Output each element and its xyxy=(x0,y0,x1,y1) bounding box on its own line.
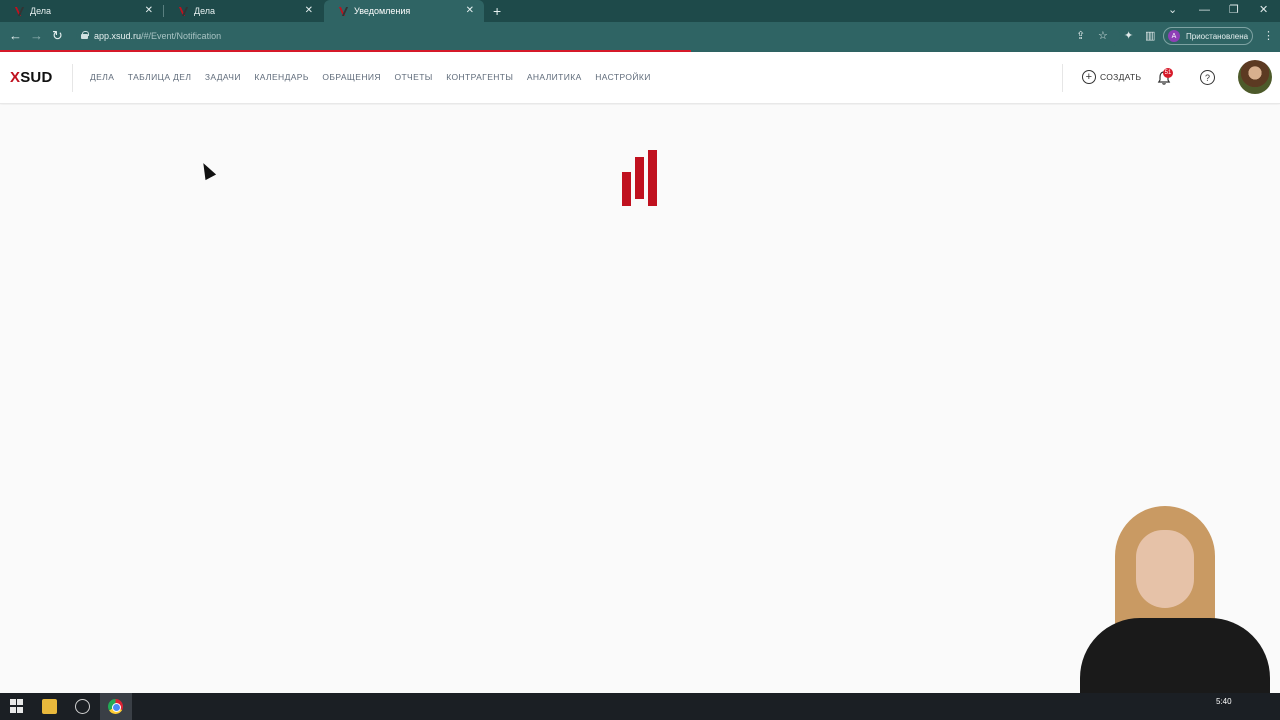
url-host: app.xsud.ru xyxy=(94,31,142,41)
back-arrow-icon[interactable]: ← xyxy=(9,29,22,43)
address-bar[interactable]: app.xsud.ru/#/Event/Notification xyxy=(76,25,1120,47)
profile-status: Приостановлена xyxy=(1186,31,1249,41)
tab-title: Уведомления xyxy=(354,6,411,16)
close-tab-icon[interactable]: ✕ xyxy=(305,5,313,17)
question-icon: ? xyxy=(1204,72,1210,83)
header-divider xyxy=(1062,64,1063,92)
side-panel-icon[interactable]: ▥ xyxy=(1145,29,1155,43)
loader-bar xyxy=(635,157,644,199)
browser-tab-strip: Дела ✕ Дела ✕ Уведомления ✕ + ⌄ — ❐ ✕ xyxy=(0,0,1280,22)
menu-item-cases-table[interactable]: ТАБЛИЦА ДЕЛ xyxy=(128,72,192,82)
close-tab-icon[interactable]: ✕ xyxy=(466,5,474,17)
webcam-overlay xyxy=(1060,500,1280,693)
windows-start-icon[interactable] xyxy=(10,699,25,714)
user-avatar[interactable] xyxy=(1238,60,1272,94)
browser-menu-icon[interactable]: ⋮ xyxy=(1263,29,1274,43)
loader-bar xyxy=(622,172,631,206)
minimize-icon[interactable]: — xyxy=(1199,3,1210,17)
window-close-icon[interactable]: ✕ xyxy=(1259,3,1268,17)
help-button[interactable]: ? xyxy=(1200,70,1215,85)
menu-item-analytics[interactable]: АНАЛИТИКА xyxy=(527,72,582,82)
browser-profile-button[interactable]: А Приостановлена xyxy=(1163,27,1253,45)
create-button[interactable]: + СОЗДАТЬ xyxy=(1082,70,1141,84)
app-header: XSUD ДЕЛА ТАБЛИЦА ДЕЛ ЗАДАЧИ КАЛЕНДАРЬ О… xyxy=(0,52,1280,104)
notifications-button[interactable]: 51 xyxy=(1156,68,1173,86)
logo-x: X xyxy=(10,69,21,86)
menu-item-reports[interactable]: ОТЧЕТЫ xyxy=(394,72,432,82)
presenter-body xyxy=(1080,618,1270,693)
presenter-face xyxy=(1136,530,1194,608)
url-path: /#/Event/Notification xyxy=(141,31,222,41)
menu-item-counterparties[interactable]: КОНТРАГЕНТЫ xyxy=(446,72,513,82)
menu-item-tasks[interactable]: ЗАДАЧИ xyxy=(205,72,241,82)
restore-icon[interactable]: ❐ xyxy=(1229,3,1239,17)
share-icon[interactable]: ⇪ xyxy=(1076,29,1085,43)
forward-arrow-icon[interactable]: → xyxy=(30,29,43,43)
notifications-badge: 51 xyxy=(1163,68,1173,78)
xsud-logo[interactable]: XSUD xyxy=(10,69,53,86)
file-explorer-icon[interactable] xyxy=(42,699,57,714)
tab-search-icon[interactable]: ⌄ xyxy=(1168,3,1177,17)
lock-icon xyxy=(81,31,89,39)
browser-tab[interactable]: Дела ✕ xyxy=(164,0,323,22)
create-label: СОЗДАТЬ xyxy=(1100,72,1142,82)
xsud-favicon-icon xyxy=(16,7,24,16)
extensions-puzzle-icon[interactable]: ✦ xyxy=(1124,29,1133,43)
main-menu: ДЕЛА ТАБЛИЦА ДЕЛ ЗАДАЧИ КАЛЕНДАРЬ ОБРАЩЕ… xyxy=(90,72,664,82)
header-divider xyxy=(72,64,73,92)
bookmark-star-icon[interactable]: ☆ xyxy=(1098,29,1108,43)
taskbar-clock: 5:40 xyxy=(1216,697,1232,706)
xsud-favicon-icon xyxy=(180,7,188,16)
reload-icon[interactable]: ↻ xyxy=(52,29,63,43)
tab-title: Дела xyxy=(30,6,52,16)
profile-avatar: А xyxy=(1168,30,1180,42)
menu-item-cases[interactable]: ДЕЛА xyxy=(90,72,114,82)
clock-app-icon[interactable] xyxy=(75,699,90,714)
menu-item-settings[interactable]: НАСТРОЙКИ xyxy=(595,72,651,82)
loading-spinner xyxy=(622,150,660,206)
menu-item-requests[interactable]: ОБРАЩЕНИЯ xyxy=(322,72,381,82)
menu-item-calendar[interactable]: КАЛЕНДАРЬ xyxy=(254,72,308,82)
browser-tab-active[interactable]: Уведомления ✕ xyxy=(324,0,484,22)
new-tab-icon[interactable]: + xyxy=(493,3,501,19)
chrome-icon[interactable] xyxy=(108,699,123,714)
browser-toolbar: ← → ↻ app.xsud.ru/#/Event/Notification ⇪… xyxy=(0,22,1280,50)
logo-text: SUD xyxy=(20,69,53,86)
windows-taskbar: 5:40 xyxy=(0,693,1280,720)
close-tab-icon[interactable]: ✕ xyxy=(145,5,153,17)
xsud-favicon-icon xyxy=(340,7,348,16)
plus-circle-icon: + xyxy=(1082,70,1096,84)
tab-title: Дела xyxy=(194,6,216,16)
loader-bar xyxy=(648,150,657,206)
browser-tab[interactable]: Дела ✕ xyxy=(0,0,163,22)
